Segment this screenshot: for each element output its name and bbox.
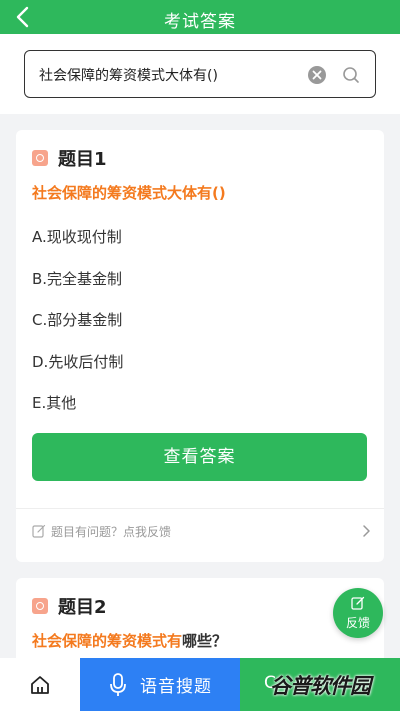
question-text-rest: 哪些？ [182,632,228,650]
question-number: 题目1 [58,149,107,170]
feedback-link[interactable]: 题目有问题？点我反馈 [32,516,372,546]
option-e[interactable]: E.其他 [32,392,123,434]
question-text-highlight: 社会保障的筹资模式有 [32,632,183,650]
divider [16,508,384,509]
question-badge-icon [32,598,48,614]
floating-feedback-button[interactable]: 反馈 [333,588,383,638]
search-button[interactable] [341,65,361,85]
edit-icon [351,596,365,610]
question-number: 题目2 [58,597,107,618]
question-text-highlight: 社会保障的筹资模式大体有() [32,184,226,202]
watermark-logo: 谷普软件园 [270,668,371,702]
top-bar: 考试答案 [0,0,400,34]
option-d[interactable]: D.先收后付制 [32,351,123,393]
watermark-text: 谷普软件园 [270,674,371,698]
edit-icon [32,524,46,538]
search-box [24,50,376,98]
question-header: 题目1 [32,146,107,170]
floating-feedback-label: 反馈 [345,616,370,630]
feedback-text: 题目有问题？点我反馈 [51,524,172,539]
option-c[interactable]: C.部分基金制 [32,309,123,351]
clear-button[interactable] [307,65,327,85]
home-icon [31,676,49,694]
microphone-icon [110,672,126,696]
view-answer-button[interactable]: 查看答案 [32,433,367,481]
option-b[interactable]: B.完全基金制 [32,268,123,310]
voice-search-button[interactable]: 语音搜题 [80,658,240,711]
clear-circle-icon [308,66,326,84]
search-icon [343,67,359,83]
home-button[interactable] [0,658,80,711]
page-title: 考试答案 [164,12,236,32]
option-a[interactable]: A.现收现付制 [32,226,123,268]
options-list: A.现收现付制 B.完全基金制 C.部分基金制 D.先收后付制 E.其他 [32,226,123,434]
question-text: 社会保障的筹资模式有哪些？ [32,630,227,651]
question-card-1: 题目1 社会保障的筹资模式大体有() A.现收现付制 B.完全基金制 C.部分基… [16,130,384,562]
chevron-right-icon [363,525,370,537]
search-input[interactable] [39,63,289,87]
voice-search-label: 语音搜题 [140,677,212,697]
question-text: 社会保障的筹资模式大体有() [32,182,226,203]
search-section [0,34,400,114]
question-badge-icon [32,150,48,166]
question-header: 题目2 [32,594,107,618]
